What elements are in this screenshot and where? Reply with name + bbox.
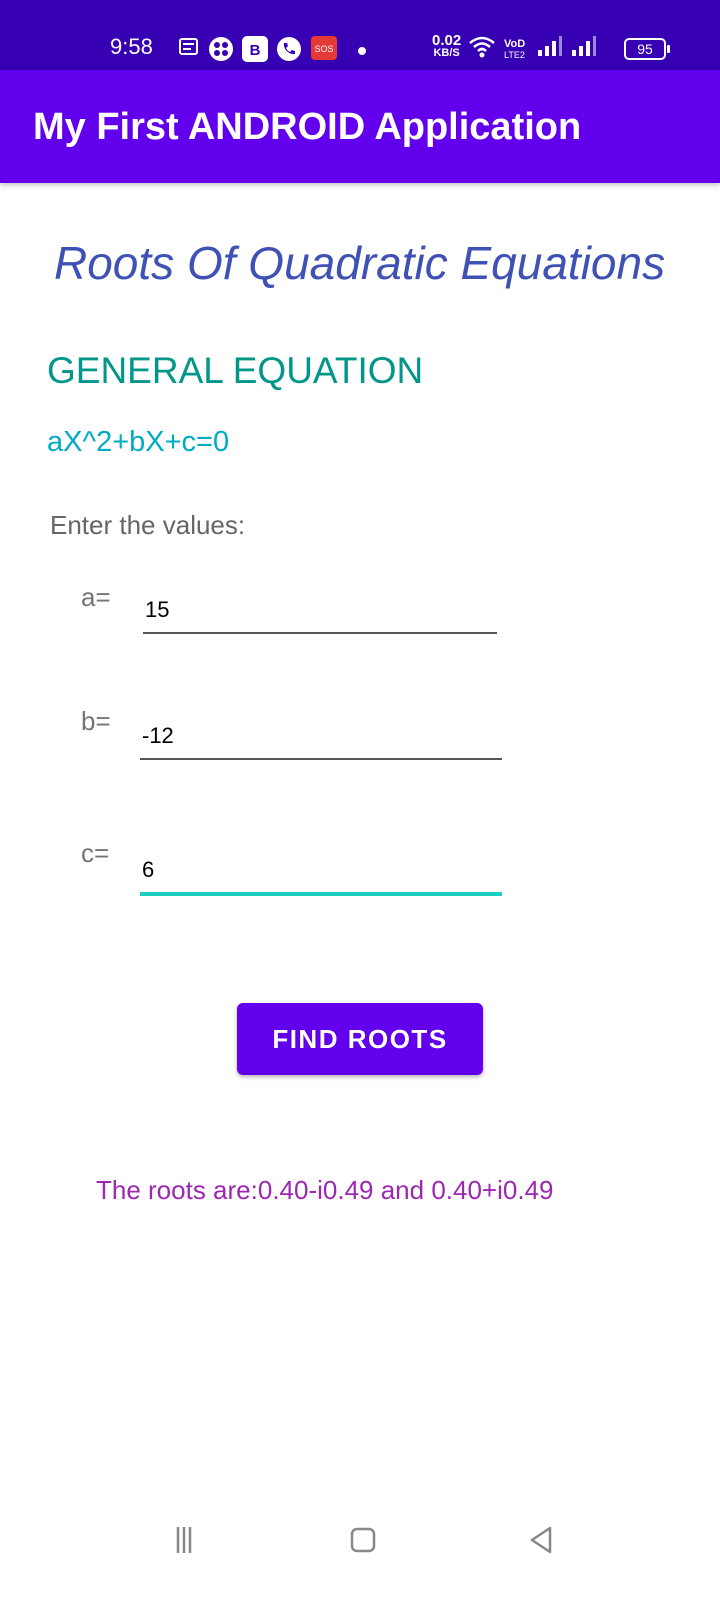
svg-text:VoD: VoD [504, 38, 525, 50]
input-c[interactable]: 6 [140, 848, 502, 896]
back-icon[interactable] [528, 1525, 554, 1560]
svg-text:SOS: SOS [314, 44, 333, 54]
battery-indicator: 95 [624, 38, 670, 60]
enter-values-prompt: Enter the values: [50, 510, 246, 540]
home-icon[interactable] [350, 1525, 376, 1560]
signal-icon [536, 36, 564, 63]
phone-icon [276, 36, 302, 67]
net-speed: 0.02 KB/S [432, 32, 462, 59]
recents-icon[interactable] [172, 1525, 196, 1560]
volte-icon: VoD LTE2 [502, 36, 530, 65]
app-bar: My First ANDROID Application [0, 70, 720, 183]
signal-icon-2 [570, 36, 598, 63]
dot-icon [357, 43, 367, 61]
equation-formula: aX^2+bX+c=0 [47, 426, 230, 458]
field-label-a: a= [81, 582, 111, 612]
message-icon [178, 36, 200, 63]
b-app-icon: B [242, 36, 268, 67]
status-time: 9:58 [110, 34, 153, 59]
wifi-icon [468, 35, 496, 64]
grid-app-icon [208, 36, 234, 67]
field-label-c: c= [81, 838, 110, 868]
app-title: My First ANDROID Application [33, 106, 582, 148]
page-heading: Roots Of Quadratic Equations [54, 237, 666, 289]
general-equation-label: GENERAL EQUATION [47, 350, 424, 391]
input-a[interactable]: 15 [143, 588, 497, 634]
svg-text:LTE2: LTE2 [504, 50, 525, 60]
field-label-b: b= [81, 706, 111, 736]
input-b[interactable]: -12 [140, 714, 502, 760]
status-bar: 9:58 B SOS 0.02 KB/S VoD LTE2 95 [0, 0, 720, 70]
sos-icon: SOS [311, 36, 337, 65]
result-text: The roots are:0.40-i0.49 and 0.40+i0.49 [96, 1175, 554, 1205]
find-roots-button[interactable]: FIND ROOTS [237, 1003, 483, 1075]
svg-text:B: B [250, 42, 261, 59]
